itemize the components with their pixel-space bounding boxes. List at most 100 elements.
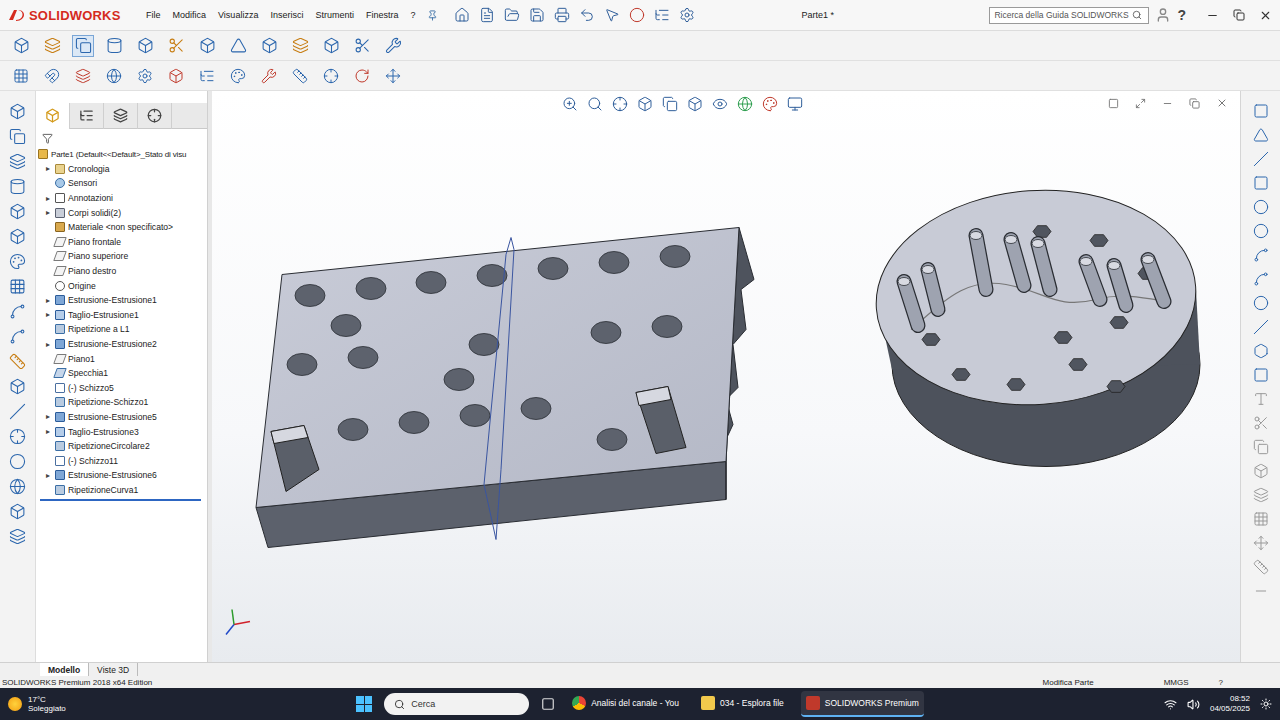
tree-item[interactable]: (-) Schizzo5 [38,381,207,396]
command-button[interactable] [103,65,125,87]
panel-tab[interactable] [104,103,138,129]
command-button[interactable] [196,35,218,57]
left-tool-icon[interactable] [9,403,26,420]
left-tool-icon[interactable] [9,253,26,270]
quick-access-icon[interactable] [579,7,595,23]
sketch-tool-icon[interactable] [1253,151,1269,167]
tree-item[interactable]: ▸Estrusione-Estrusione1 [38,293,207,308]
status-help[interactable]: ? [1219,678,1223,687]
view-tool-icon[interactable] [662,96,678,112]
tree-item[interactable]: Materiale <non specificato> [38,220,207,235]
filter-row[interactable] [36,129,207,147]
command-button[interactable] [289,65,311,87]
left-tool-icon[interactable] [9,478,26,495]
left-tool-icon[interactable] [9,103,26,120]
close-icon[interactable] [1259,9,1272,22]
weather-widget[interactable]: 17°CSoleggiato [8,695,356,713]
left-tool-icon[interactable] [9,428,26,445]
view-tool-icon[interactable] [737,96,753,112]
sketch-tool-icon[interactable] [1253,511,1269,527]
disc-model[interactable] [869,180,1203,467]
panel-tab[interactable] [70,103,104,129]
quick-access-icon[interactable] [654,7,670,23]
left-tool-icon[interactable] [9,528,26,545]
menu-item[interactable]: Inserisci [270,10,303,20]
tree-item[interactable]: Ripetizione a L1 [38,322,207,337]
menu-item[interactable]: Modifica [173,10,207,20]
command-button[interactable] [72,35,94,57]
left-tool-icon[interactable] [9,353,26,370]
sketch-tool-icon[interactable] [1253,391,1269,407]
pin-icon[interactable] [427,10,438,21]
sketch-tool-icon[interactable] [1253,463,1269,479]
app-logo[interactable]: SOLIDWORKS [8,8,140,23]
tree-item[interactable]: ▸Corpi solidi(2) [38,205,207,220]
menu-item[interactable]: ? [410,10,415,20]
menu-item[interactable]: Visualizza [218,10,258,20]
sketch-tool-icon[interactable] [1253,487,1269,503]
tile-icon[interactable] [1108,98,1119,109]
expand-icon[interactable] [1135,98,1146,109]
command-button[interactable] [227,65,249,87]
quick-access-icon[interactable] [454,7,470,23]
sketch-tool-icon[interactable] [1253,127,1269,143]
command-button[interactable] [41,35,63,57]
expander[interactable]: ▸ [44,164,52,173]
command-button[interactable] [10,65,32,87]
panel-tab[interactable] [138,103,172,129]
taskbar-search[interactable]: Cerca [384,693,529,715]
panel-tab[interactable] [36,103,70,129]
quick-access-icon[interactable] [504,7,520,23]
command-button[interactable] [382,35,404,57]
command-button[interactable] [134,35,156,57]
tree-item[interactable]: ▸Annotazioni [38,191,207,206]
taskbar-app[interactable]: SOLIDWORKS Premium [801,691,924,717]
tree-item[interactable]: RipetizioneCircolare2 [38,439,207,454]
command-button[interactable] [320,35,342,57]
command-button[interactable] [72,65,94,87]
expander[interactable]: ▸ [44,427,52,436]
model-canvas[interactable] [212,91,1240,662]
sketch-tool-icon[interactable] [1253,583,1269,599]
volume-icon[interactable] [1187,698,1200,711]
status-units[interactable]: MMGS [1164,678,1189,687]
taskbar-app[interactable]: 034 - Esplora file [696,691,789,717]
left-tool-icon[interactable] [9,203,26,220]
command-button[interactable] [351,65,373,87]
sketch-tool-icon[interactable] [1253,223,1269,239]
help-search[interactable]: Ricerca della Guida SOLIDWORKS [989,7,1149,24]
view-tool-icon[interactable] [687,96,703,112]
notification-icon[interactable] [1260,698,1272,710]
tree-item[interactable]: ▸Taglio-Estrusione1 [38,308,207,323]
menu-item[interactable]: Strumenti [315,10,354,20]
sketch-tool-icon[interactable] [1253,367,1269,383]
command-button[interactable] [10,35,32,57]
quick-access-icon[interactable] [554,7,570,23]
sketch-tool-icon[interactable] [1253,271,1269,287]
command-button[interactable] [41,65,63,87]
help-button[interactable]: ? [1177,7,1186,23]
tree-item[interactable]: Origine [38,278,207,293]
expander[interactable]: ▸ [44,194,52,203]
expander[interactable]: ▸ [44,412,52,421]
view-tool-icon[interactable] [762,96,778,112]
tree-item[interactable]: Specchia1 [38,366,207,381]
command-button[interactable] [289,35,311,57]
command-button[interactable] [165,35,187,57]
left-tool-icon[interactable] [9,303,26,320]
minimize-view-icon[interactable] [1162,98,1173,109]
expander[interactable]: ▸ [44,310,52,319]
graphics-area[interactable] [212,91,1240,662]
sketch-tool-icon[interactable] [1253,295,1269,311]
expander[interactable]: ▸ [44,296,52,305]
tree-item[interactable]: Piano frontale [38,235,207,250]
tree-item[interactable]: Piano1 [38,351,207,366]
sketch-tool-icon[interactable] [1253,103,1269,119]
sketch-tool-icon[interactable] [1253,535,1269,551]
plate-model[interactable] [256,228,754,548]
sketch-tool-icon[interactable] [1253,175,1269,191]
sketch-tool-icon[interactable] [1253,247,1269,263]
quick-access-icon[interactable] [604,7,620,23]
command-button[interactable] [382,65,404,87]
command-button[interactable] [351,35,373,57]
